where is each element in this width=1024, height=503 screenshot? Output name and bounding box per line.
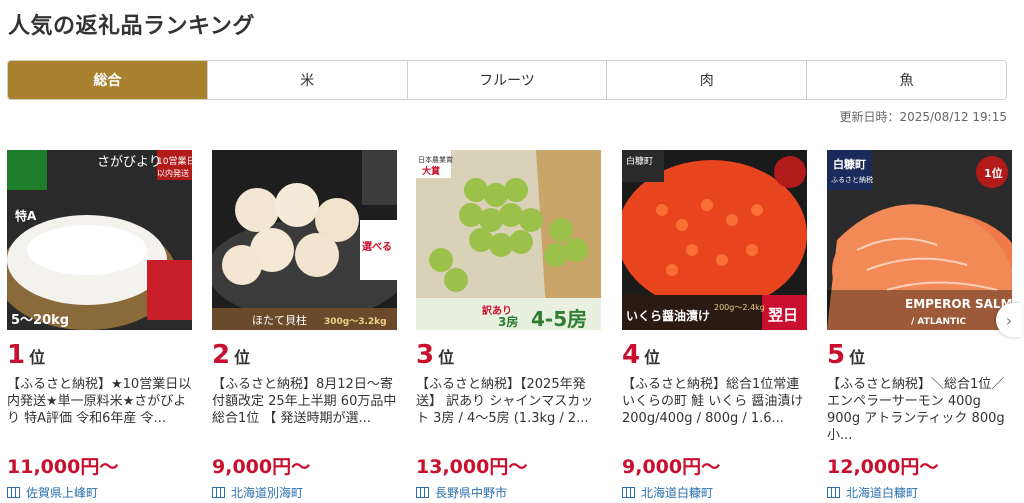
product-price: 13,000円～ — [416, 456, 528, 478]
product-location[interactable]: 北海道白糠町 — [622, 484, 713, 501]
rank-label: 5位 — [827, 340, 865, 370]
rank-number: 3 — [416, 340, 435, 370]
map-icon — [7, 487, 20, 498]
tab-overall[interactable]: 総合 — [8, 61, 207, 99]
thumb-text: 3房 — [498, 314, 518, 329]
map-icon — [416, 487, 429, 498]
product-description[interactable]: 【ふるさと納税】★10営業日以内発送★単一原料米★さがびより 特A評価 令和6年… — [7, 376, 192, 444]
product-location[interactable]: 北海道白糠町 — [827, 484, 918, 501]
rank-label: 3位 — [416, 340, 454, 370]
product-description[interactable]: 【ふるさと納税】8月12日～寄付額改定 25年上半期 60万品中 総合1位 【 … — [212, 376, 397, 444]
product-price: 9,000円～ — [212, 456, 311, 478]
product-price: 12,000円～ — [827, 456, 939, 478]
location-label: 北海道白糠町 — [846, 486, 919, 500]
rank-label: 4位 — [622, 340, 660, 370]
rank-label: 1位 — [7, 340, 45, 370]
thumb-text: EMPEROR SALMON — [905, 297, 1012, 311]
ranking-card-4[interactable]: 白糠町 いくら醤油漬け 200g～2.4kg 翌日 4位 【ふるさと納税】総合1… — [622, 150, 807, 503]
location-label: 北海道白糠町 — [641, 486, 714, 500]
rank-suffix: 位 — [29, 348, 46, 367]
ranking-card-1[interactable]: さがびより 10営業日 以内発送 特A 5～20kg 1位 【ふるさと納税】★1… — [7, 150, 192, 503]
product-price: 11,000円～ — [7, 456, 119, 478]
rank-suffix: 位 — [849, 348, 866, 367]
thumb-text: 5～20kg — [11, 313, 69, 328]
thumb-text: 翌日 — [768, 306, 798, 324]
carousel-next-button[interactable]: › — [996, 303, 1022, 337]
thumb-text: 選べる — [362, 240, 392, 253]
ranking-card-2[interactable]: 選べる ほたて貝柱 300g～3.2kg 2位 【ふるさと納税】8月12日～寄付… — [212, 150, 397, 503]
ranking-card-5[interactable]: 白糠町 ふるさと納税 EMPEROR SALMON / ATLANTIC 1位 … — [827, 150, 1012, 503]
map-icon — [212, 487, 225, 498]
product-description[interactable]: 【ふるさと納税】＼総合1位／エンペラーサーモン 400g 900g アトランティ… — [827, 376, 1012, 444]
product-price: 9,000円～ — [622, 456, 721, 478]
rank-number: 4 — [622, 340, 641, 370]
chevron-right-icon: › — [1005, 310, 1013, 330]
thumb-text: 300g～3.2kg — [324, 317, 387, 327]
thumb-text: 白糠町 — [833, 157, 866, 171]
tab-rice[interactable]: 米 — [206, 61, 407, 99]
thumb-text: さがびより — [97, 155, 162, 170]
thumb-text: 特A — [15, 208, 37, 223]
rank-suffix: 位 — [644, 348, 661, 367]
product-image-salmon[interactable]: 白糠町 ふるさと納税 EMPEROR SALMON / ATLANTIC 1位 — [827, 150, 1012, 330]
thumb-text: 10営業日 — [157, 155, 192, 167]
thumb-text: 4-5房 — [531, 307, 587, 330]
product-location[interactable]: 北海道別海町 — [212, 484, 303, 501]
map-icon — [622, 487, 635, 498]
product-description[interactable]: 【ふるさと納税】【2025年発送】 訳あり シャインマスカット 3房 / 4～5… — [416, 376, 601, 444]
product-image-scallop[interactable]: 選べる ほたて貝柱 300g～3.2kg — [212, 150, 397, 330]
product-image-ikura[interactable]: 白糠町 いくら醤油漬け 200g～2.4kg 翌日 — [622, 150, 807, 330]
rank-number: 1 — [7, 340, 26, 370]
thumb-text: いくら醤油漬け — [626, 308, 710, 323]
thumb-text: 白糠町 — [626, 155, 653, 167]
tab-meat[interactable]: 肉 — [606, 61, 807, 99]
rank-number: 2 — [212, 340, 231, 370]
ranking-list: さがびより 10営業日 以内発送 特A 5～20kg 1位 【ふるさと納税】★1… — [0, 150, 1024, 503]
thumb-text: 大賞 — [422, 165, 440, 177]
thumb-text: 1位 — [984, 166, 1003, 180]
thumb-text: ふるさと納税 — [831, 175, 873, 184]
rank-label: 2位 — [212, 340, 250, 370]
page-title: 人気の返礼品ランキング — [8, 14, 255, 39]
product-description[interactable]: 【ふるさと納税】総合1位常連 いくらの町 鮭 いくら 醤油漬け 200g/400… — [622, 376, 807, 444]
thumb-text: / ATLANTIC — [911, 317, 967, 327]
thumb-text: 日本農業賞 — [418, 155, 453, 164]
location-label: 佐賀県上峰町 — [26, 486, 99, 500]
tab-fish[interactable]: 魚 — [806, 61, 1006, 99]
thumb-text: 以内発送 — [157, 168, 189, 178]
tab-fruit[interactable]: フルーツ — [406, 61, 607, 99]
location-label: 北海道別海町 — [231, 486, 304, 500]
rank-suffix: 位 — [438, 348, 455, 367]
product-image-grape[interactable]: 日本農業賞 大賞 訳あり 3房 4-5房 — [416, 150, 601, 330]
updated-timestamp: 更新日時：2025/08/12 19:15 — [839, 110, 1007, 124]
rank-suffix: 位 — [234, 348, 251, 367]
map-icon — [827, 487, 840, 498]
thumb-text: 200g～2.4kg — [714, 303, 765, 312]
product-image-rice[interactable]: さがびより 10営業日 以内発送 特A 5～20kg — [7, 150, 192, 330]
rank-number: 5 — [827, 340, 846, 370]
category-tabs: 総合 米 フルーツ 肉 魚 — [7, 60, 1007, 100]
product-location[interactable]: 長野県中野市 — [416, 484, 507, 501]
ranking-card-3[interactable]: 日本農業賞 大賞 訳あり 3房 4-5房 3位 【ふるさと納税】【2025年発送… — [416, 150, 601, 503]
location-label: 長野県中野市 — [435, 486, 508, 500]
thumb-text: ほたて貝柱 — [252, 313, 307, 327]
product-location[interactable]: 佐賀県上峰町 — [7, 484, 98, 501]
